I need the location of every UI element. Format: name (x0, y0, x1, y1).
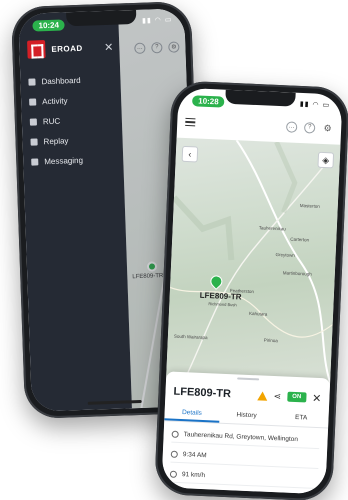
vehicle-detail-sheet: LFE809-TR ⋖ ON ✕ Details History ETA Tau… (161, 371, 331, 495)
menu-item-label: Dashboard (41, 75, 81, 86)
status-icons: ▮▮ ◠ ▭ (141, 16, 173, 25)
share-icon[interactable]: ⋖ (273, 391, 281, 402)
location-icon (171, 430, 179, 438)
nav-drawer: EROAD ✕ Dashboard Activity RUC Replay Me… (18, 10, 132, 412)
map-place-label: Pirinoa (263, 337, 278, 344)
activity-icon (29, 97, 37, 106)
menu-item-label: Activity (42, 95, 68, 106)
sheet-grabber[interactable] (237, 377, 260, 381)
menu-item-label: Messaging (44, 155, 84, 166)
detail-tabs: Details History ETA (164, 405, 329, 429)
detail-location-row: Tauherenikau Rd, Greytown, Wellington (171, 426, 320, 450)
back-button[interactable]: ‹ (181, 145, 199, 163)
menu-item-messaging[interactable]: Messaging (23, 148, 124, 171)
message-icon[interactable]: … (285, 120, 298, 133)
drawer-header: EROAD ✕ (27, 37, 114, 60)
dashboard-icon (28, 77, 36, 86)
ruc-icon (29, 117, 37, 126)
map-place-label: Masterton (299, 203, 320, 209)
tab-history[interactable]: History (219, 408, 274, 425)
gear-icon[interactable]: ⚙ (322, 122, 333, 133)
map-place-label: Kahutara (248, 310, 268, 317)
front-phone-screen: 10:28 ▮▮ ◠ ▭ … ? ⚙ ‹ ◈ Tauherenikau Grey… (161, 87, 343, 495)
eroad-logo (27, 40, 46, 59)
detail-time: 9:34 AM (182, 451, 207, 460)
brand-name: EROAD (51, 43, 83, 54)
status-time: 10:28 (192, 95, 225, 108)
vehicle-name: LFE809-TR (173, 385, 232, 401)
marketing-mockup: LFE809-TR … ? ⚙ EROAD ✕ Dashboard Activi… (0, 0, 348, 500)
map-place-label: Carterton (290, 236, 310, 243)
replay-icon (30, 137, 38, 146)
speed-icon (169, 470, 178, 478)
close-icon[interactable]: ✕ (104, 40, 114, 53)
detail-location: Tauherenikau Rd, Greytown, Wellington (183, 431, 299, 444)
ignition-badge: ON (286, 391, 307, 403)
messaging-icon (31, 157, 39, 166)
detail-speed-row: 91 km/h (169, 466, 319, 490)
vehicle-pin-label: LFE809-TR (199, 290, 242, 302)
app-bar-actions: … ? ⚙ (285, 120, 333, 134)
menu-icon[interactable] (185, 117, 196, 127)
notch (66, 9, 137, 27)
tab-details[interactable]: Details (164, 405, 220, 423)
notch (225, 89, 296, 107)
detail-time-row: 9:34 AM (170, 446, 319, 470)
clock-icon (170, 450, 178, 458)
help-icon[interactable]: ? (303, 121, 316, 134)
app-bar: … ? ⚙ (177, 110, 342, 141)
map-view[interactable]: ‹ ◈ Tauherenikau Greytown Featherston Ma… (166, 137, 341, 383)
tab-eta[interactable]: ETA (274, 410, 329, 427)
status-time: 10:24 (32, 19, 66, 32)
sheet-header: LFE809-TR ⋖ ON ✕ (173, 384, 322, 406)
close-icon[interactable]: ✕ (312, 391, 322, 404)
menu-item-label: Replay (43, 135, 69, 146)
front-phone: 10:28 ▮▮ ◠ ▭ … ? ⚙ ‹ ◈ Tauherenikau Grey… (154, 80, 348, 500)
layers-button[interactable]: ◈ (317, 151, 335, 169)
warning-icon[interactable] (257, 390, 268, 401)
menu-item-label: RUC (42, 116, 61, 126)
map-place-label: Greytown (275, 251, 295, 258)
map-terrain (169, 139, 333, 383)
detail-speed: 91 km/h (181, 471, 206, 480)
drawer-menu: Dashboard Activity RUC Replay Messaging (20, 68, 123, 171)
status-icons: ▮▮ ◠ ▭ (299, 100, 331, 110)
